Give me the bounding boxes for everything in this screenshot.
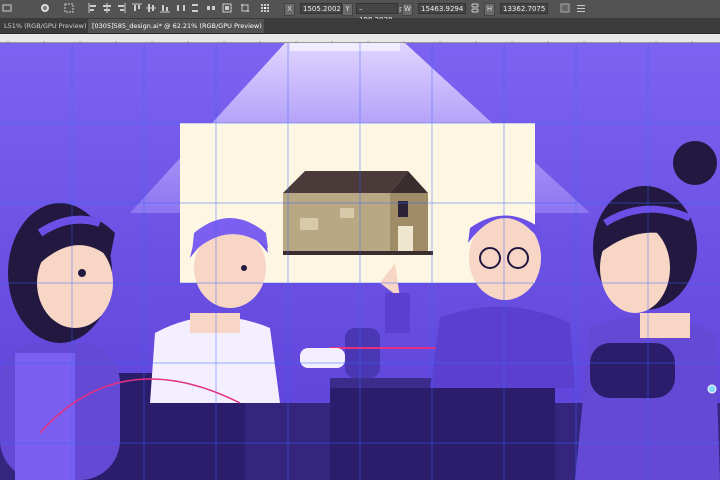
illustration xyxy=(0,43,720,480)
more-options-icon[interactable] xyxy=(576,3,586,13)
artboard-canvas[interactable] xyxy=(0,43,720,480)
control-bar: X 1505.2002 p Y –198.2038 p W 15463.9294… xyxy=(0,0,720,24)
tab-previous-document[interactable]: L51% (RGB/GPU Preview) xyxy=(0,19,86,33)
x-label: X xyxy=(284,3,295,16)
house-drawing xyxy=(283,171,433,255)
y-field[interactable]: –198.2038 xyxy=(356,3,398,24)
distribute-spacing-icon[interactable] xyxy=(206,3,216,13)
distribute-vertical-icon[interactable] xyxy=(190,3,200,13)
desk-center xyxy=(330,378,555,480)
transform-icon[interactable] xyxy=(240,3,250,13)
h-field[interactable]: 13362.7075 xyxy=(500,3,548,14)
isolate-icon[interactable] xyxy=(560,3,570,13)
tab-label: L51% (RGB/GPU Preview) xyxy=(4,22,86,30)
distribute-horizontal-icon[interactable] xyxy=(176,3,186,13)
tab-active-document[interactable]: [0305]585_design.ai* @ 62.21% (RGB/GPU P… xyxy=(88,19,264,33)
constrain-proportions-icon[interactable] xyxy=(470,3,480,13)
tab-label: [0305]585_design.ai* @ 62.21% (RGB/GPU P… xyxy=(92,22,262,30)
document-tab-bar: L51% (RGB/GPU Preview) [0305]585_design.… xyxy=(0,19,720,34)
ceiling-lamp xyxy=(290,43,400,51)
align-to-icon[interactable] xyxy=(222,3,232,13)
select-similar-icon[interactable] xyxy=(64,3,74,13)
illustrator-window: X 1505.2002 p Y –198.2038 p W 15463.9294… xyxy=(0,0,720,480)
align-middle-icon[interactable] xyxy=(146,3,156,13)
align-top-icon[interactable] xyxy=(132,3,142,13)
y-label: Y xyxy=(342,3,353,16)
align-bottom-icon[interactable] xyxy=(160,3,170,13)
w-label: W xyxy=(402,3,413,16)
reference-point-icon[interactable] xyxy=(260,3,270,13)
x-field[interactable]: 1505.2002 xyxy=(300,3,342,14)
align-left-icon[interactable] xyxy=(88,3,98,13)
recolor-icon[interactable] xyxy=(40,3,50,13)
align-right-icon[interactable] xyxy=(116,3,126,13)
align-center-icon[interactable] xyxy=(102,3,112,13)
h-label: H xyxy=(484,3,495,16)
w-field[interactable]: 15463.9294 xyxy=(418,3,466,14)
panel-toggle-icon[interactable] xyxy=(2,3,12,13)
horizontal-ruler[interactable]: 1000900800700600500400300200100010020030… xyxy=(0,34,720,49)
anchor-point[interactable] xyxy=(707,384,717,394)
